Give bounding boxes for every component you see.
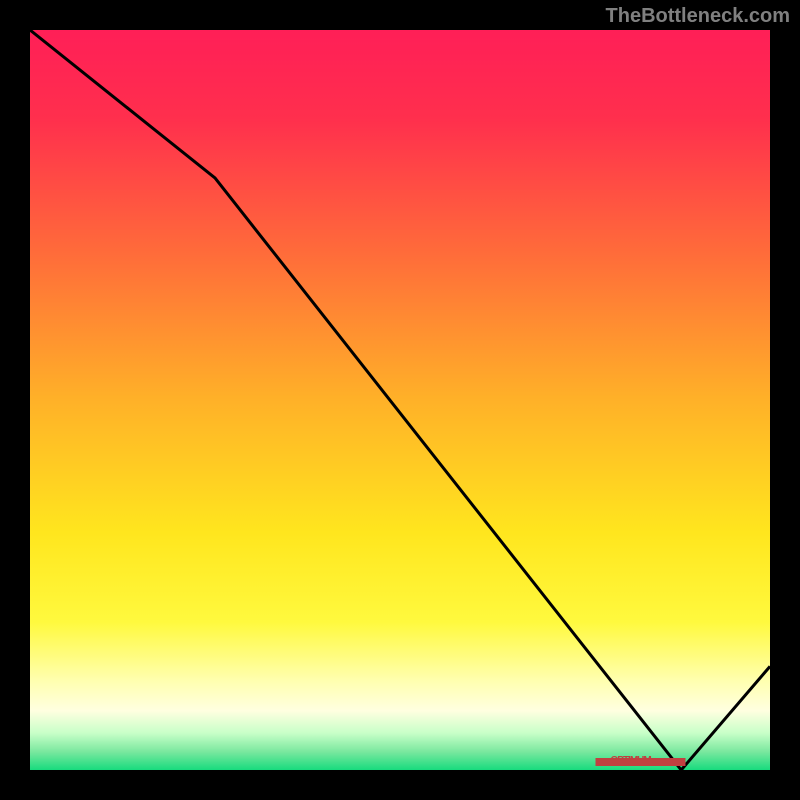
- plot-area: OPTIMUM: [30, 30, 770, 770]
- watermark-text: TheBottleneck.com: [606, 5, 790, 28]
- chart-container: TheBottleneck.com OPTIMUM: [0, 0, 800, 800]
- bottleneck-curve: [30, 30, 770, 770]
- line-overlay: [30, 30, 770, 770]
- optimum-label: OPTIMUM: [611, 755, 651, 766]
